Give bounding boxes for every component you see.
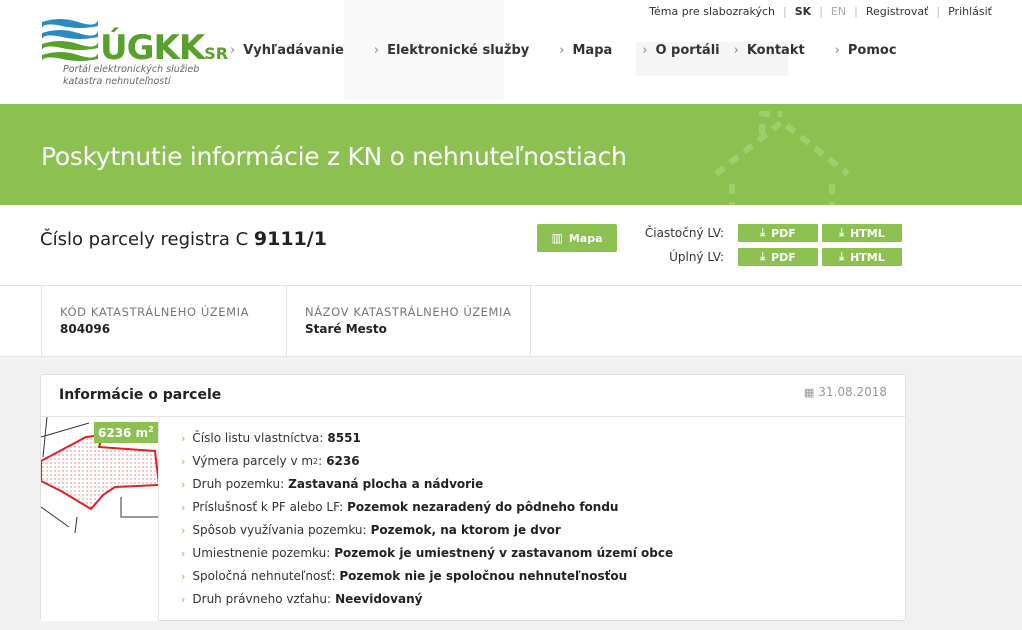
cadastral-name: Staré Mesto — [305, 322, 387, 336]
download-icon: ⤓ — [760, 250, 766, 263]
list-item: › Umiestnenie pozemku: Pozemok je umiestne… — [181, 542, 673, 565]
cadastral-code-cell: KÓD KATASTRÁLNEHO ÚZEMIA 804096 — [41, 286, 287, 357]
chevron-right-icon: › — [181, 524, 186, 537]
nav-item-contact[interactable]: › Kontakt — [734, 43, 805, 58]
list-item: › Spôsob využívania pozemku: Pozemok, na k… — [181, 519, 673, 542]
main-nav: › Vyhľadávanie › Elektronické služby › Mapa… — [230, 43, 927, 58]
house-outline-icon — [714, 111, 850, 205]
chevron-right-icon: › — [181, 570, 186, 583]
list-item: › Druh pozemku: Zastavaná plocha a nádvori… — [181, 473, 673, 496]
cadastral-name-cell: NÁZOV KATASTRÁLNEHO ÚZEMIA Staré Mesto — [286, 286, 531, 357]
download-icon: ⤓ — [839, 226, 845, 239]
register-link[interactable]: Registrovať — [858, 5, 937, 18]
partial-lv-pdf-button[interactable]: ⤓ PDF — [738, 224, 818, 242]
site-header: ÚGKKSR Portál elektronických služieb kat… — [0, 0, 1022, 104]
list-item: › Výmera parcely v m 2:6236 — [181, 450, 673, 473]
download-icon: ⤓ — [760, 226, 766, 239]
list-item: › Príslušnosť k PF alebo LF: Pozemok nezar… — [181, 496, 673, 519]
card-header: Informácie o parcele ▦ 31.08.2018 — [41, 375, 905, 417]
cadastral-code: 804096 — [60, 322, 111, 336]
card-date: ▦ 31.08.2018 — [803, 385, 887, 399]
chevron-right-icon: › — [181, 593, 186, 606]
logo-tagline: Portál elektronických služieb katastra n… — [63, 64, 200, 87]
full-lv-pdf-button[interactable]: ⤓ PDF — [738, 248, 818, 266]
list-item: › Druh právneho vzťahu: Neevidovaný — [181, 588, 673, 611]
chevron-right-icon: › — [559, 43, 565, 58]
nav-item-eservices[interactable]: › Elektronické služby — [374, 43, 529, 58]
logo-wordmark: ÚGKKSR — [100, 28, 229, 68]
parcel-info-card: Informácie o parcele ▦ 31.08.2018 6236 m2 — [40, 374, 906, 621]
parcel-number: 9111/1 — [253, 228, 327, 250]
top-utility-bar: Téma pre slabozrakých | SK | EN | Regist… — [641, 5, 1000, 18]
chevron-right-icon: › — [181, 455, 186, 468]
logo-stripes-icon — [42, 19, 98, 61]
parcel-number-title: Číslo parcely registra C 9111/1 — [40, 228, 327, 250]
nav-item-search[interactable]: › Vyhľadávanie — [230, 43, 344, 58]
partial-lv-row: Čiastočný LV: ⤓ PDF ⤓ HTML — [644, 224, 902, 242]
chevron-right-icon: › — [834, 43, 840, 58]
area-badge: 6236 m2 — [94, 422, 158, 443]
chevron-right-icon: › — [642, 43, 648, 58]
parcel-shape-map — [41, 417, 158, 621]
page-title: Poskytnutie informácie z KN o nehnuteľno… — [41, 142, 627, 171]
download-icon: ⤓ — [839, 250, 845, 263]
lang-en-link[interactable]: EN — [823, 5, 854, 18]
parcel-header: Číslo parcely registra C 9111/1 ▥ Mapa Či… — [0, 205, 1022, 286]
list-item: › Číslo listu vlastníctva: 8551 — [181, 427, 673, 450]
map-icon: ▥ — [551, 231, 563, 245]
nav-item-about[interactable]: › O portáli — [642, 43, 719, 58]
list-item: › Spoločná nehnuteľnosť: Pozemok nie je sp… — [181, 565, 673, 588]
calendar-icon: ▦ — [803, 385, 815, 399]
partial-lv-html-button[interactable]: ⤓ HTML — [822, 224, 902, 242]
nav-item-map[interactable]: › Mapa — [559, 43, 612, 58]
chevron-right-icon: › — [181, 432, 186, 445]
lang-sk-link[interactable]: SK — [787, 5, 819, 18]
full-lv-html-button[interactable]: ⤓ HTML — [822, 248, 902, 266]
content-area: Informácie o parcele ▦ 31.08.2018 6236 m2 — [0, 357, 1022, 630]
card-title: Informácie o parcele — [59, 387, 222, 403]
map-button[interactable]: ▥ Mapa — [537, 224, 617, 252]
chevron-right-icon: › — [181, 501, 186, 514]
page-banner: Poskytnutie informácie z KN o nehnuteľno… — [0, 104, 1022, 205]
chevron-right-icon: › — [373, 43, 380, 58]
cadastral-territory-row: KÓD KATASTRÁLNEHO ÚZEMIA 804096 NÁZOV KA… — [0, 286, 1022, 357]
parcel-map-thumbnail[interactable]: 6236 m2 — [41, 417, 159, 621]
chevron-right-icon: › — [181, 478, 186, 491]
site-logo[interactable]: ÚGKKSR Portál elektronických služieb kat… — [40, 14, 228, 94]
chevron-right-icon: › — [181, 547, 186, 560]
chevron-right-icon: › — [733, 43, 739, 58]
nav-item-help[interactable]: › Pomoc — [835, 43, 897, 58]
chevron-right-icon: › — [230, 43, 236, 58]
parcel-properties-list: › Číslo listu vlastníctva: 8551 › Výmera pa… — [181, 427, 673, 611]
login-link[interactable]: Prihlásiť — [940, 5, 1000, 18]
full-lv-row: Úplný LV: ⤓ PDF ⤓ HTML — [644, 248, 902, 266]
accessibility-theme-link[interactable]: Téma pre slabozrakých — [641, 5, 783, 18]
